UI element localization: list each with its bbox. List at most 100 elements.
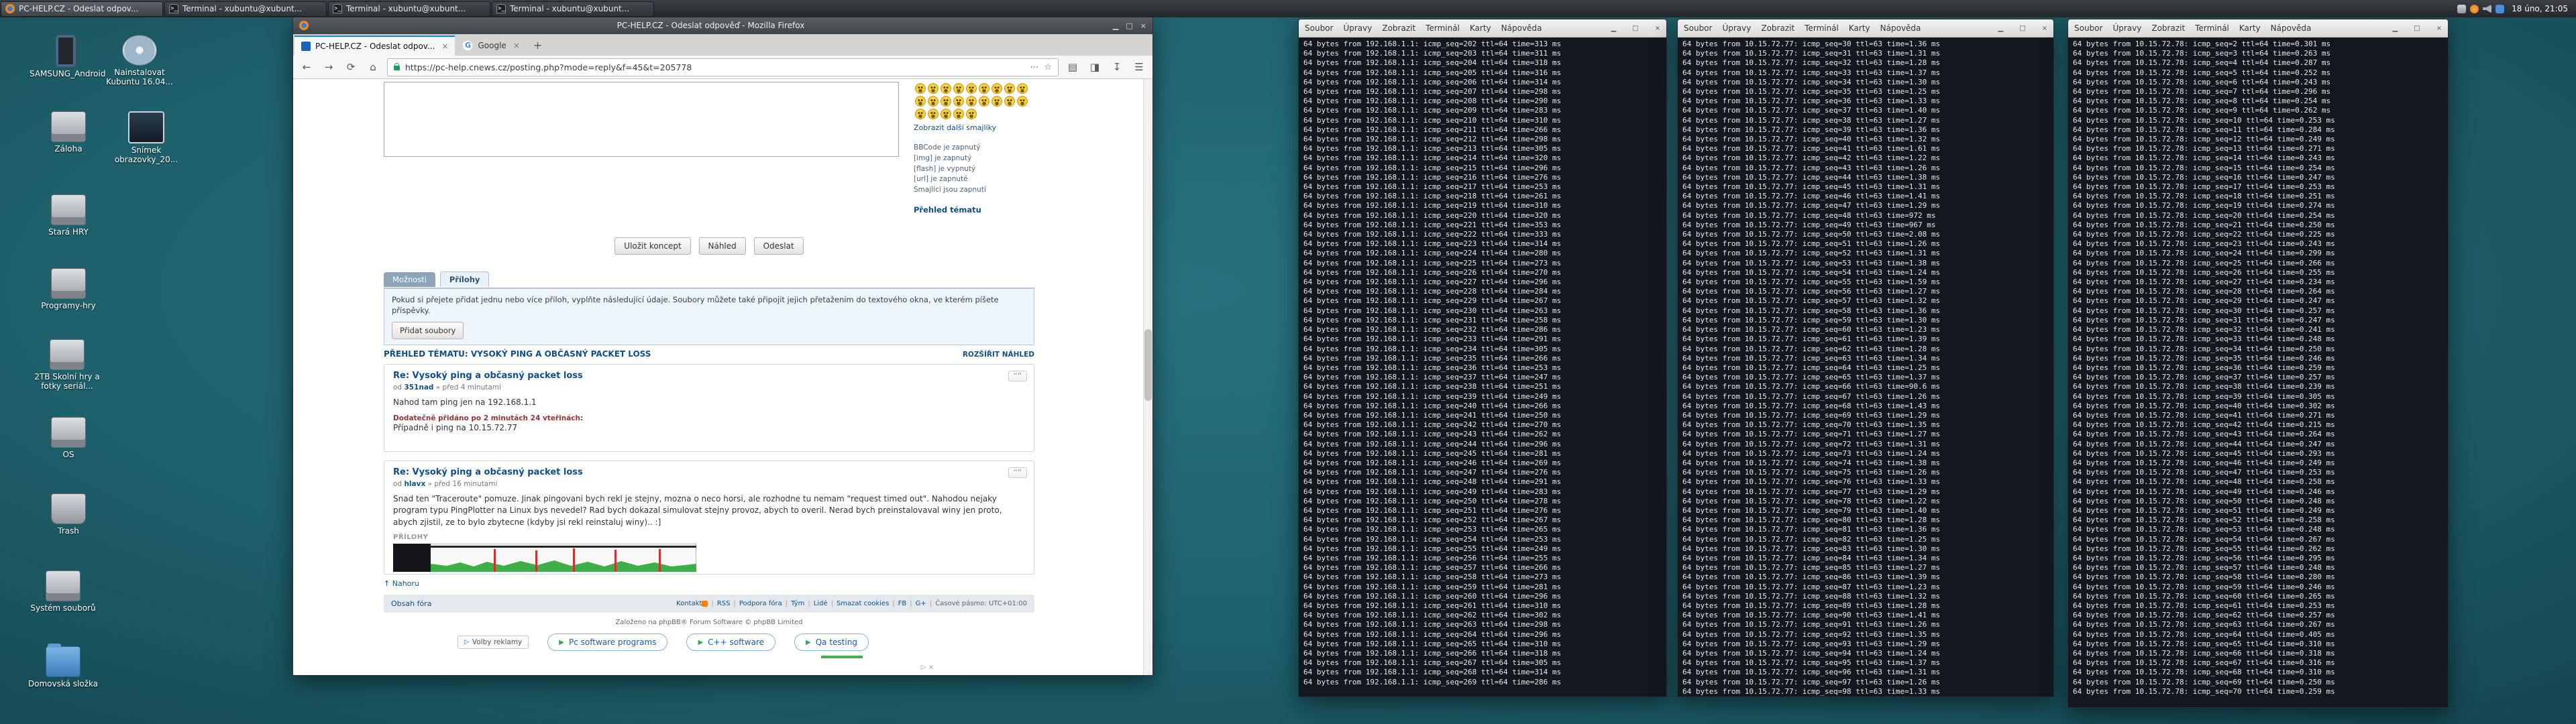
maximize-button[interactable]: □ [2414, 25, 2420, 32]
menu-upravy[interactable]: Úpravy [2112, 23, 2141, 33]
menu-upravy[interactable]: Úpravy [1722, 23, 1751, 33]
desktop-icon-screenshot[interactable]: Snímek obrazovky_20... [110, 111, 182, 165]
save-draft-button[interactable]: Uložit koncept [614, 237, 690, 255]
board-index-link[interactable]: Obsah fóra [391, 599, 431, 608]
desktop-icon-trash[interactable]: Trash [32, 493, 105, 536]
close-button[interactable]: × [2042, 25, 2047, 32]
close-button[interactable]: × [1655, 25, 1660, 32]
add-files-button[interactable]: Přidat soubory [392, 322, 464, 339]
home-button[interactable]: ⌂ [365, 61, 381, 73]
page-scrollbar[interactable] [1143, 79, 1152, 675]
menu-napoveda[interactable]: Nápověda [1880, 23, 1921, 33]
smiley-icon[interactable] [1017, 83, 1028, 94]
menu-napoveda[interactable]: Nápověda [1501, 23, 1542, 33]
minimize-button[interactable]: ▁ [2392, 25, 2398, 32]
desktop-icon-stara-hry[interactable]: Stará HRY [32, 194, 105, 237]
adchoices-button[interactable]: ▷Volby reklamy [458, 636, 529, 649]
url-bar[interactable]: https://pc-help.cnews.cz/posting.php?mod… [387, 58, 1059, 76]
preview-button[interactable]: Náhled [699, 237, 746, 255]
clock[interactable]: 18 úno, 21:05 [2512, 4, 2568, 13]
library-icon[interactable]: ▤ [1065, 61, 1081, 73]
menu-upravy[interactable]: Úpravy [1343, 23, 1372, 33]
maximize-button[interactable]: □ [1126, 21, 1132, 30]
smiley-icon[interactable] [966, 83, 977, 94]
maximize-button[interactable]: □ [2019, 25, 2025, 32]
menu-soubor[interactable]: Soubor [1305, 23, 1333, 33]
ad-link-2[interactable]: ▶C++ software [686, 634, 775, 651]
close-button[interactable]: × [2436, 25, 2442, 32]
menu-napoveda[interactable]: Nápověda [2271, 23, 2312, 33]
minimize-button[interactable]: ▁ [1611, 25, 1616, 32]
taskbar-button-terminal-1[interactable]: >_ Terminal - xubuntu@xubunt... [164, 1, 327, 17]
smiley-icon[interactable] [966, 109, 977, 119]
close-button[interactable]: × [1140, 21, 1146, 30]
ad-link-3[interactable]: ▶Qa testing [794, 634, 869, 651]
tab-close-icon[interactable]: × [513, 41, 520, 50]
maximize-button[interactable]: □ [1632, 25, 1638, 32]
message-textarea[interactable] [384, 82, 899, 157]
url-text[interactable]: https://pc-help.cnews.cz/posting.php?mod… [405, 62, 1024, 72]
menu-karty[interactable]: Karty [1470, 23, 1491, 33]
menu-zobrazit[interactable]: Zobrazit [2151, 23, 2185, 33]
desktop-icon-2tb-disk[interactable]: 2TB Skolní hry a fotky seriál... [25, 339, 109, 391]
smiley-icon[interactable] [941, 83, 951, 94]
attachment-thumbnail[interactable] [393, 544, 696, 572]
smiley-icon[interactable] [991, 96, 1002, 107]
menu-soubor[interactable]: Soubor [2074, 23, 2102, 33]
post-title-link[interactable]: Re: Vysoký ping a občasný packet loss [393, 467, 583, 477]
menu-terminal[interactable]: Terminál [1426, 23, 1460, 33]
notification-icon[interactable] [2470, 5, 2479, 13]
back-button[interactable]: ← [299, 61, 315, 73]
more-smilies-link[interactable]: Zobrazit další smajlíky [914, 123, 996, 132]
smiley-icon[interactable] [966, 96, 977, 107]
smiley-icon[interactable] [941, 109, 951, 119]
menu-zobrazit[interactable]: Zobrazit [1761, 23, 1794, 33]
reload-button[interactable]: ⟳ [343, 61, 359, 73]
downloads-icon[interactable]: ↧ [1109, 61, 1125, 73]
ad-link-1[interactable]: ▶Pc software programs [547, 634, 667, 651]
tab-attachments[interactable]: Přílohy [440, 272, 490, 287]
author-link[interactable]: 351nad [404, 383, 433, 391]
quote-button[interactable]: “” [1008, 467, 1027, 478]
adchoices-mini-icons[interactable]: ▷ × [921, 664, 934, 671]
author-link[interactable]: hlavx [404, 480, 425, 488]
taskbar-button-terminal-3[interactable]: >_ Terminal - xubuntu@xubunt... [492, 1, 654, 17]
network-icon[interactable] [2457, 5, 2466, 13]
post-title-link[interactable]: Re: Vysoký ping a občasný packet loss [393, 371, 583, 381]
menu-terminal[interactable]: Terminál [1805, 23, 1839, 33]
smiley-icon[interactable] [928, 83, 938, 94]
smiley-icon[interactable] [1004, 96, 1015, 107]
taskbar-button-terminal-2[interactable]: >_ Terminal - xubuntu@xubunt... [328, 1, 490, 17]
firefox-titlebar[interactable]: PC-HELP.CZ - Odeslat odpověď - Mozilla F… [293, 17, 1152, 34]
smiley-icon[interactable] [941, 96, 951, 107]
smiley-icon[interactable] [928, 109, 938, 119]
clipboard-icon[interactable] [2496, 5, 2504, 13]
smiley-icon[interactable] [953, 109, 964, 119]
expand-view-link[interactable]: ROZŠÍŘIT NÁHLED [963, 351, 1034, 359]
minimize-button[interactable]: ▁ [1113, 21, 1118, 30]
smiley-icon[interactable] [1004, 83, 1015, 94]
desktop-icon-programy-hry[interactable]: Programy-hry [32, 268, 105, 311]
scrollbar-thumb[interactable] [1144, 329, 1152, 401]
smiley-icon[interactable] [979, 83, 989, 94]
page-actions-icon[interactable]: ⋯ [1030, 62, 1038, 72]
tab-options[interactable]: Možnosti [384, 272, 435, 287]
smiley-icon[interactable] [979, 96, 989, 107]
smiley-icon[interactable] [991, 83, 1002, 94]
taskbar-button-firefox[interactable]: PC-HELP.CZ - Odeslat odpov... [1, 1, 163, 17]
new-tab-button[interactable]: + [527, 39, 548, 52]
menu-karty[interactable]: Karty [2239, 23, 2261, 33]
smiley-icon[interactable] [915, 96, 926, 107]
submit-button[interactable]: Odeslat [754, 237, 804, 255]
desktop-icon-home[interactable]: Domovská složka [27, 646, 99, 689]
tab-pchelp[interactable]: PC-HELP.CZ - Odeslat odpov... × [294, 36, 455, 56]
menu-karty[interactable]: Karty [1849, 23, 1870, 33]
smiley-icon[interactable] [953, 83, 964, 94]
smiley-icon[interactable] [928, 96, 938, 107]
smiley-icon[interactable] [915, 109, 926, 119]
menu-zobrazit[interactable]: Zobrazit [1382, 23, 1415, 33]
bookmark-star-icon[interactable]: ☆ [1044, 62, 1052, 72]
smiley-icon[interactable] [1017, 96, 1028, 107]
menu-icon[interactable]: ☰ [1131, 61, 1147, 73]
tab-google[interactable]: G Google × [455, 36, 526, 56]
